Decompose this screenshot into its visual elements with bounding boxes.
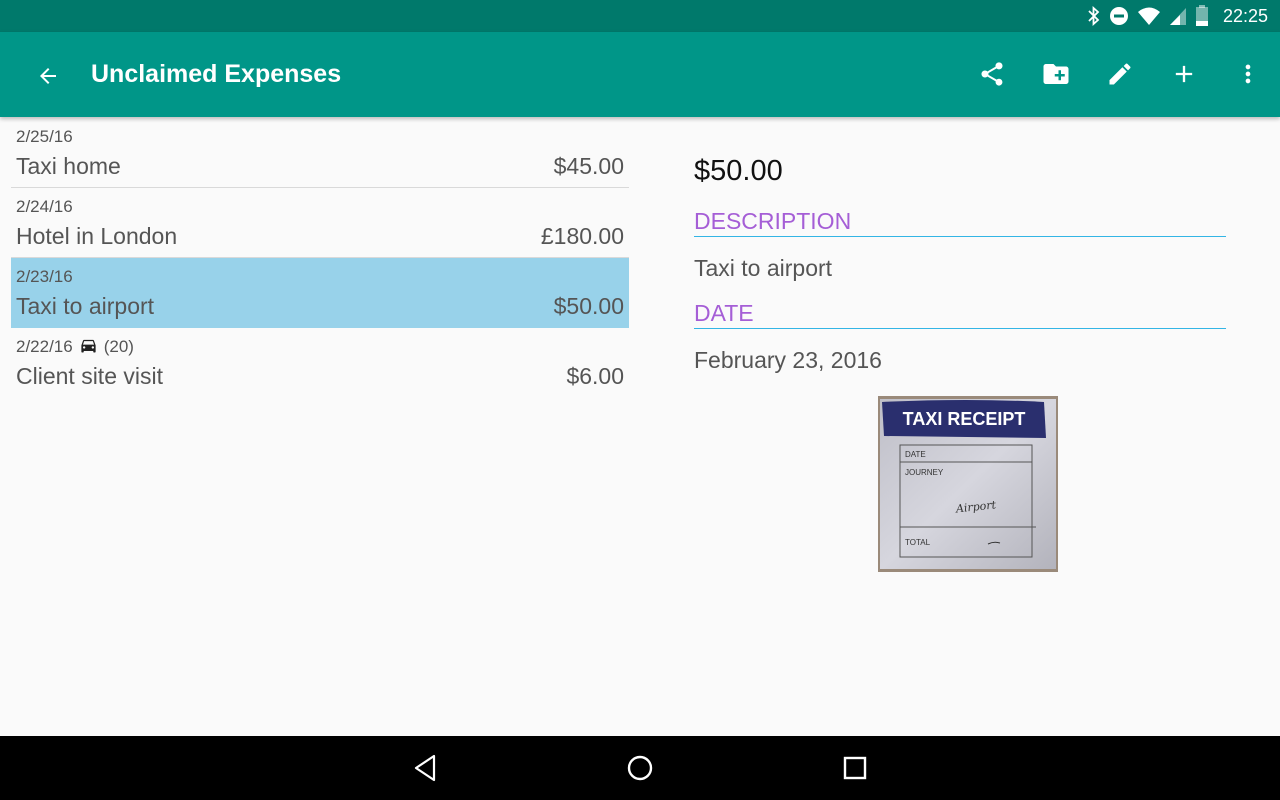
list-item[interactable]: 2/25/16 Taxi home $45.00: [11, 118, 629, 188]
list-item[interactable]: 2/22/16 (20) Client site visit $6.00: [11, 328, 629, 398]
edit-icon: [1109, 63, 1131, 85]
receipt-field-journey: JOURNEY: [905, 468, 944, 477]
detail-amount: $50.00: [694, 155, 783, 187]
receipt-field-date: DATE: [905, 450, 926, 459]
bluetooth-icon: [1088, 6, 1100, 26]
battery-icon: [1195, 5, 1208, 26]
expense-date: 2/22/16: [16, 337, 73, 356]
create-folder-icon: [1043, 64, 1069, 84]
expense-date: 2/25/16: [16, 127, 73, 146]
mileage: (20): [103, 337, 134, 356]
new-folder-button[interactable]: [1024, 46, 1088, 102]
arrow-back-icon: [40, 68, 56, 84]
back-button[interactable]: [20, 48, 76, 104]
expense-description: Hotel in London: [16, 223, 178, 249]
cell-signal-icon: [1169, 8, 1186, 25]
expense-amount: $6.00: [566, 363, 624, 389]
share-button[interactable]: [960, 46, 1024, 102]
expense-date: 2/23/16: [16, 267, 73, 286]
status-icons: 22:25: [1087, 0, 1268, 32]
nav-back-button[interactable]: [405, 748, 445, 788]
add-button[interactable]: [1152, 46, 1216, 102]
expense-date: 2/24/16: [16, 197, 73, 216]
nav-home-button[interactable]: [620, 748, 660, 788]
description-value: Taxi to airport: [694, 255, 833, 281]
toolbar-actions: [960, 46, 1280, 102]
recents-square-icon: [843, 756, 867, 780]
do-not-disturb-icon: [1109, 7, 1128, 25]
add-icon: [1175, 65, 1193, 83]
receipt-field-total: TOTAL: [905, 538, 931, 547]
expense-list: 2/25/16 Taxi home $45.00 2/24/16 Hotel i…: [11, 118, 629, 398]
date-label: DATE: [694, 300, 1226, 329]
clock: 22:25: [1222, 5, 1268, 26]
expense-date-line: 2/22/16 (20): [16, 337, 134, 357]
status-bar: 22:25: [0, 0, 1280, 32]
date-value: February 23, 2016: [694, 347, 882, 373]
expense-amount: $50.00: [553, 293, 624, 319]
app-bar: Unclaimed Expenses: [0, 32, 1280, 117]
receipt-image[interactable]: TAXI RECEIPT DATE JOURNEY Airport TOTAL: [878, 396, 1058, 572]
expense-amount: £180.00: [540, 223, 624, 249]
expense-description: Client site visit: [16, 363, 163, 389]
share-icon: [981, 62, 1003, 86]
edit-button[interactable]: [1088, 46, 1152, 102]
expense-amount: $45.00: [553, 153, 624, 179]
description-label: DESCRIPTION: [694, 208, 1226, 237]
nav-recents-button[interactable]: [835, 748, 875, 788]
receipt-heading: TAXI RECEIPT: [903, 409, 1026, 429]
list-item-selected[interactable]: 2/23/16 Taxi to airport $50.00: [11, 258, 629, 328]
home-circle-icon: [627, 755, 653, 781]
expense-description: Taxi home: [16, 153, 121, 179]
more-options-button[interactable]: [1216, 46, 1280, 102]
wifi-icon: [1137, 7, 1160, 25]
navigation-bar: [0, 736, 1280, 800]
page-title: Unclaimed Expenses: [91, 60, 342, 88]
expense-description: Taxi to airport: [16, 293, 155, 319]
list-item[interactable]: 2/24/16 Hotel in London £180.00: [11, 188, 629, 258]
back-triangle-icon: [414, 754, 436, 782]
more-vert-icon: [1245, 64, 1251, 84]
car-icon: [81, 339, 96, 353]
